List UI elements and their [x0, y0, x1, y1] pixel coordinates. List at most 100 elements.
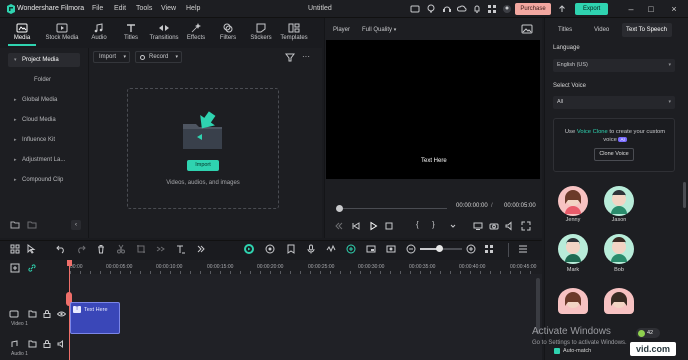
eye-icon[interactable] [57, 310, 66, 318]
render-preview-icon[interactable] [243, 243, 255, 255]
voice-avatar[interactable] [558, 288, 588, 314]
sidebar-item-global-media[interactable]: ▸ Global Media [8, 93, 80, 107]
mark-out-icon[interactable]: } [432, 220, 435, 229]
tab-stickers[interactable]: Stickers [243, 18, 279, 46]
mark-in-icon[interactable]: { [416, 220, 419, 229]
close-icon[interactable]: × [668, 3, 680, 15]
folder-icon[interactable] [28, 310, 37, 318]
crop-icon[interactable] [136, 244, 146, 254]
tab-stock-media[interactable]: Stock Media [40, 18, 84, 46]
ai-effects-icon[interactable] [346, 244, 356, 254]
sidebar-item-folder[interactable]: Folder [8, 73, 80, 87]
select-cursor-icon[interactable] [26, 244, 36, 254]
speed-icon[interactable] [156, 244, 166, 254]
sidebar-item-adjustment-layer[interactable]: ▸ Adjustment La... [8, 153, 80, 167]
headset-icon[interactable] [442, 4, 452, 14]
menu-edit[interactable]: Edit [114, 5, 126, 12]
add-track-icon[interactable] [10, 263, 20, 273]
more-tools-icon[interactable] [196, 244, 206, 254]
zoom-in-icon[interactable] [466, 244, 476, 254]
menu-help[interactable]: Help [186, 5, 200, 12]
sidebar-item-influence-kit[interactable]: ▸ Influence Kit [8, 133, 80, 147]
tab-effects[interactable]: Effects [178, 18, 214, 46]
tab-video-properties[interactable]: Video [594, 27, 609, 33]
menu-file[interactable]: File [92, 5, 103, 12]
step-back-icon[interactable] [351, 221, 361, 231]
zoom-slider-handle[interactable] [436, 245, 443, 252]
track-settings-icon[interactable] [518, 244, 528, 254]
collapse-sidebar-icon[interactable]: ‹ [71, 220, 81, 230]
split-scissors-icon[interactable] [116, 244, 126, 254]
filter-icon[interactable] [285, 53, 295, 62]
chevron-down-icon[interactable] [448, 221, 458, 231]
zoom-out-icon[interactable] [406, 244, 416, 254]
play-icon[interactable] [368, 221, 378, 231]
device-icon[interactable] [410, 4, 420, 14]
auto-match-checkbox[interactable] [554, 348, 560, 354]
panel-scrollbar[interactable] [683, 182, 686, 208]
delete-icon[interactable] [96, 244, 106, 254]
speaker-icon[interactable] [57, 340, 66, 348]
cloud-upload-icon[interactable] [457, 4, 467, 14]
sidebar-item-cloud-media[interactable]: ▸ Cloud Media [8, 113, 80, 127]
fullscreen-icon[interactable] [521, 221, 531, 231]
tab-media[interactable]: Media [4, 18, 40, 46]
lock-icon[interactable] [43, 340, 51, 348]
maximize-icon[interactable]: □ [645, 3, 657, 15]
clone-voice-button[interactable]: Clone Voice [594, 148, 634, 161]
avatar-icon[interactable] [502, 4, 512, 14]
tab-transitions[interactable]: Transitions [146, 18, 182, 46]
voice-jason-avatar[interactable] [604, 186, 634, 216]
purchase-button[interactable]: Purchase [515, 3, 551, 15]
progress-handle[interactable] [336, 205, 343, 212]
microphone-icon[interactable] [306, 244, 316, 254]
tab-titles[interactable]: Titles [113, 18, 149, 46]
notification-bell-icon[interactable] [472, 4, 482, 14]
language-select[interactable]: English (US) ▾ [553, 59, 675, 72]
tab-filters[interactable]: Filters [210, 18, 246, 46]
voice-clone-link[interactable]: Voice Clone [577, 129, 608, 135]
previous-frame-icon[interactable] [334, 221, 344, 231]
picture-in-picture-icon[interactable] [366, 244, 376, 254]
lock-icon[interactable] [43, 310, 51, 318]
audio-mix-icon[interactable] [326, 244, 336, 254]
layout-grid-icon[interactable] [10, 244, 20, 254]
tab-text-to-speech[interactable]: Text To Speech [626, 27, 667, 33]
voice-avatar[interactable] [604, 288, 634, 314]
sidebar-item-compound-clip[interactable]: ▸ Compound Clip [8, 173, 80, 187]
snapshot-image-icon[interactable] [521, 24, 533, 34]
export-button[interactable]: Export [575, 3, 608, 15]
progress-bar[interactable] [343, 208, 447, 209]
folder-icon[interactable] [27, 221, 37, 229]
tab-audio[interactable]: Audio [81, 18, 117, 46]
snapshot-icon[interactable] [386, 244, 396, 254]
more-options-icon[interactable]: ··· [302, 52, 310, 61]
text-tool-icon[interactable] [176, 244, 186, 254]
import-dropdown[interactable]: Import ▾ [93, 51, 130, 63]
new-folder-icon[interactable] [10, 221, 20, 229]
grid-apps-icon[interactable] [487, 4, 497, 14]
link-icon[interactable] [27, 263, 37, 273]
voice-bob-avatar[interactable] [604, 234, 634, 264]
undo-icon[interactable] [56, 244, 66, 254]
camera-snapshot-icon[interactable] [489, 221, 499, 231]
marker-icon[interactable] [286, 244, 296, 254]
redo-icon[interactable] [76, 244, 86, 254]
menu-view[interactable]: View [161, 5, 176, 12]
import-media-button[interactable]: Import [187, 160, 219, 171]
folder-icon[interactable] [28, 340, 37, 348]
voice-mark-avatar[interactable] [558, 234, 588, 264]
grid-view-icon[interactable] [484, 244, 494, 254]
voice-filter-select[interactable]: All ▾ [553, 96, 675, 109]
minimize-icon[interactable]: – [625, 3, 637, 15]
quality-dropdown[interactable]: Full Quality ▾ [362, 27, 396, 33]
playhead-handle[interactable] [67, 260, 72, 266]
sidebar-item-project-media[interactable]: ▾ Project Media [8, 53, 80, 67]
upload-icon[interactable] [557, 4, 567, 14]
task-counter-badge[interactable]: 42 [636, 328, 660, 338]
volume-icon[interactable] [505, 221, 515, 231]
record-dropdown[interactable]: Record ▾ [135, 51, 182, 63]
voice-jenny-avatar[interactable] [558, 186, 588, 216]
smart-audio-icon[interactable] [265, 244, 275, 254]
stop-icon[interactable] [384, 221, 394, 231]
